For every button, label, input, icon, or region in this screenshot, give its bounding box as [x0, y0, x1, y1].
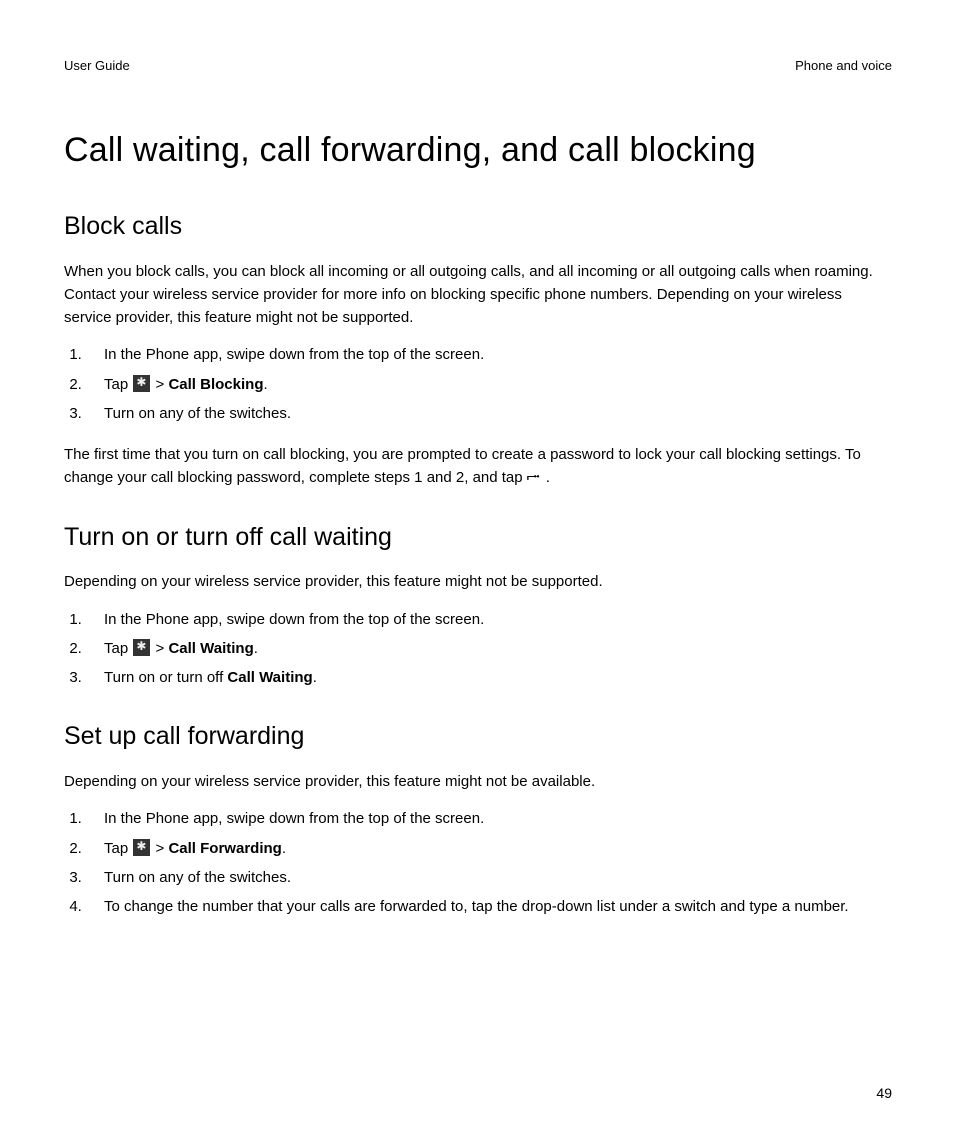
call-forwarding-intro: Depending on your wireless service provi…	[64, 770, 892, 793]
step-text: Tap	[104, 840, 132, 857]
block-calls-intro: When you block calls, you can block all …	[64, 260, 892, 330]
page-title: Call waiting, call forwarding, and call …	[64, 124, 892, 177]
block-calls-note: The first time that you turn on call blo…	[64, 443, 892, 490]
step-text: .	[254, 640, 258, 657]
list-item: Turn on any of the switches.	[86, 866, 892, 889]
list-item: Turn on any of the switches.	[86, 402, 892, 425]
header-left: User Guide	[64, 56, 130, 76]
page-header: User Guide Phone and voice	[64, 56, 892, 76]
call-waiting-intro: Depending on your wireless service provi…	[64, 570, 892, 593]
step-text: Tap	[104, 376, 132, 393]
list-item: Tap > Call Forwarding.	[86, 837, 892, 860]
step-text: .	[313, 669, 317, 686]
note-text: .	[546, 469, 550, 486]
step-bold: Call Forwarding	[168, 840, 281, 857]
step-text: Turn on or turn off	[104, 669, 227, 686]
call-forwarding-steps: In the Phone app, swipe down from the to…	[64, 807, 892, 918]
list-item: In the Phone app, swipe down from the to…	[86, 343, 892, 366]
step-bold: Call Blocking	[168, 376, 263, 393]
step-bold: Call Waiting	[227, 669, 312, 686]
step-text: >	[151, 640, 168, 657]
settings-gear-icon	[133, 375, 150, 392]
settings-gear-icon	[133, 839, 150, 856]
header-right: Phone and voice	[795, 56, 892, 76]
section-block-calls-heading: Block calls	[64, 207, 892, 246]
step-text: .	[264, 376, 268, 393]
block-calls-steps: In the Phone app, swipe down from the to…	[64, 343, 892, 425]
step-text: >	[151, 840, 168, 857]
note-text: The first time that you turn on call blo…	[64, 446, 861, 486]
step-text: Tap	[104, 640, 132, 657]
settings-gear-icon	[133, 639, 150, 656]
list-item: Tap > Call Waiting.	[86, 637, 892, 660]
list-item: Tap > Call Blocking.	[86, 373, 892, 396]
call-waiting-steps: In the Phone app, swipe down from the to…	[64, 608, 892, 690]
step-bold: Call Waiting	[168, 640, 253, 657]
list-item: In the Phone app, swipe down from the to…	[86, 608, 892, 631]
page-number: 49	[876, 1083, 892, 1105]
step-text: .	[282, 840, 286, 857]
list-item: Turn on or turn off Call Waiting.	[86, 666, 892, 689]
list-item: In the Phone app, swipe down from the to…	[86, 807, 892, 830]
list-item: To change the number that your calls are…	[86, 895, 892, 918]
step-text: >	[151, 376, 168, 393]
password-key-icon	[528, 472, 545, 483]
section-call-waiting-heading: Turn on or turn off call waiting	[64, 518, 892, 557]
section-call-forwarding-heading: Set up call forwarding	[64, 717, 892, 756]
